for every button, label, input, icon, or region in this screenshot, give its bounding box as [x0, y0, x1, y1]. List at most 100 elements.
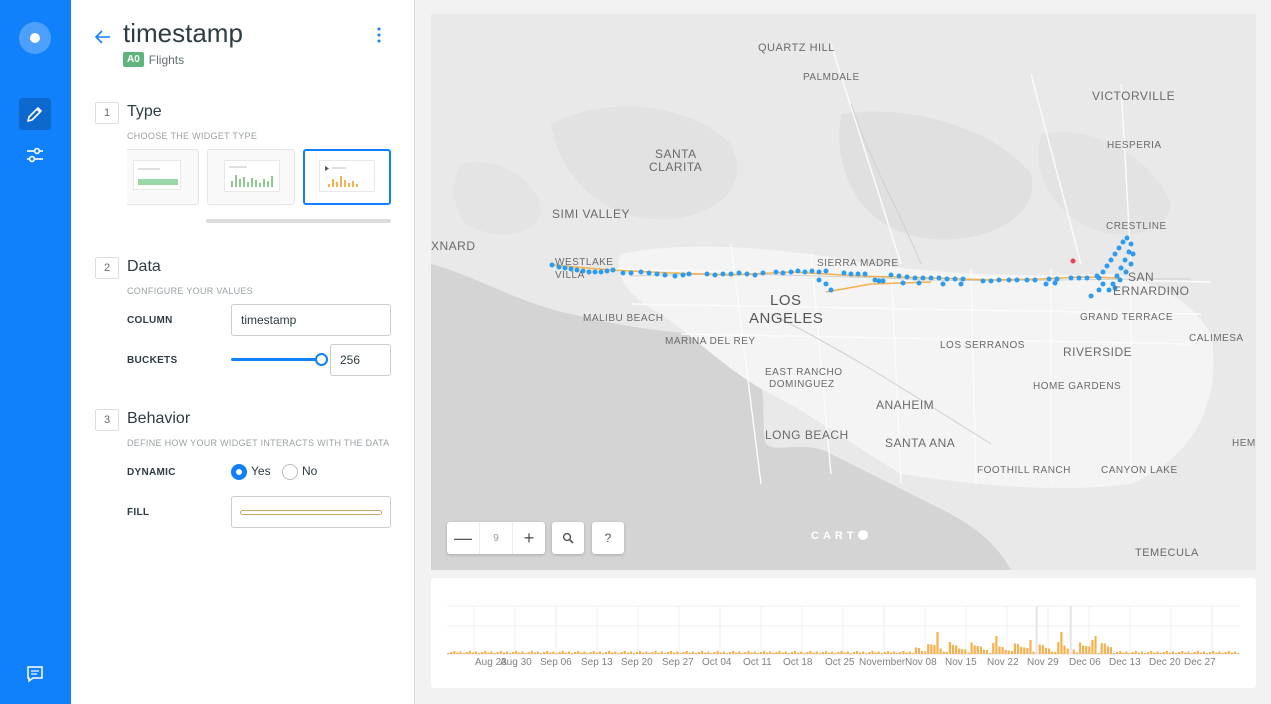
- timeline-bar: [508, 653, 512, 654]
- timeline-bar: [1215, 652, 1218, 654]
- timeline-bar: [707, 651, 710, 654]
- timeline-bar: [493, 653, 496, 654]
- timeline-bar: [725, 653, 728, 654]
- timeline-bar: [1202, 651, 1206, 654]
- timeline-bar: [964, 649, 967, 654]
- timeline-bar: [1227, 651, 1230, 654]
- dynamic-yes-radio[interactable]: [231, 464, 247, 480]
- dynamic-no-label[interactable]: No: [302, 464, 317, 478]
- timeline-bar: [911, 653, 914, 654]
- timeline-bar: [762, 651, 766, 654]
- timeline-tick-label: Dec 20: [1149, 657, 1181, 668]
- timeline-bar: [945, 652, 948, 654]
- chat-icon[interactable]: [19, 658, 51, 690]
- timeline-bar: [995, 636, 998, 654]
- map-canvas[interactable]: QUARTZ HILL PALMDALE VICTORVILLE HESPERI…: [431, 14, 1256, 570]
- more-options-icon[interactable]: [369, 26, 389, 44]
- timeline-bar: [679, 653, 682, 654]
- map-label: EAST RANCHO: [765, 367, 843, 378]
- dynamic-yes-label[interactable]: Yes: [251, 464, 271, 478]
- timeline-bar: [639, 651, 642, 654]
- back-arrow-icon[interactable]: [93, 27, 113, 47]
- timeline-bar: [1078, 642, 1082, 654]
- timeline-bar: [862, 651, 865, 654]
- timeline-bar: [713, 652, 716, 654]
- timeline-bar: [1143, 653, 1147, 654]
- timeline-bar: [927, 644, 930, 654]
- dataset-name: Flights: [148, 52, 185, 67]
- timeline-bar: [1100, 643, 1103, 654]
- section-title-behavior: Behavior: [127, 410, 191, 427]
- logo-icon[interactable]: [19, 22, 51, 54]
- widget-type-scrollbar[interactable]: [206, 219, 391, 223]
- time-series-chart[interactable]: [431, 578, 1256, 688]
- timeline-bar: [450, 652, 453, 654]
- timeline-bar: [617, 653, 620, 654]
- timeline-bar: [586, 653, 589, 654]
- timeline-bar: [583, 651, 586, 654]
- timeline-bar: [722, 651, 725, 654]
- timeline-bar: [1233, 651, 1236, 654]
- search-button[interactable]: [552, 522, 584, 554]
- timeline-bar: [688, 652, 691, 654]
- buckets-input[interactable]: 256: [330, 344, 391, 376]
- timeline-bar: [716, 651, 719, 654]
- timeline-bar: [1109, 647, 1113, 654]
- map-label: LONG BEACH: [765, 428, 849, 442]
- timeline-bar: [645, 651, 648, 654]
- timeline-bar: [1063, 645, 1066, 654]
- fill-color-picker[interactable]: [231, 496, 391, 528]
- timeline-bar: [530, 651, 533, 654]
- widget-type-category[interactable]: [127, 149, 199, 205]
- timeline-bar: [920, 651, 924, 654]
- timeline-bar: [710, 653, 713, 654]
- help-button[interactable]: ?: [592, 522, 624, 554]
- timeline-bar: [685, 651, 688, 654]
- timeline-bar: [948, 642, 952, 654]
- buckets-slider-handle[interactable]: [315, 353, 328, 366]
- time-series-widget[interactable]: Aug 23 Aug 30 Sep 06 Sep 13 Sep 20 Sep 27 Oct …: [431, 578, 1256, 688]
- timeline-bar: [834, 653, 837, 654]
- timeline-bar: [1113, 653, 1116, 654]
- timeline-bar: [601, 653, 605, 654]
- buckets-slider-track[interactable]: [231, 358, 319, 361]
- map-label: RIVERSIDE: [1063, 345, 1133, 359]
- timeline-bar: [766, 652, 769, 654]
- timeline-bar: [1134, 651, 1137, 654]
- timeline-bar: [1066, 648, 1069, 654]
- timeline-bar: [518, 652, 521, 654]
- timeline-bar: [973, 645, 976, 654]
- timeline-bar: [843, 652, 846, 654]
- timeline-bar: [840, 651, 843, 654]
- column-select[interactable]: timestamp: [231, 304, 391, 336]
- timeline-bar: [778, 651, 781, 654]
- timeline-bar: [1128, 653, 1131, 654]
- timeline-bar: [1131, 652, 1134, 654]
- timeline-bar: [1230, 652, 1233, 654]
- timeline-tick-label: Sep 27: [662, 657, 694, 668]
- widget-type-time-series[interactable]: [303, 149, 391, 205]
- search-icon: [562, 532, 574, 544]
- widget-type-histogram[interactable]: [207, 149, 295, 205]
- timeline-bar: [499, 651, 502, 654]
- map-label: SANTA ANA: [885, 436, 956, 450]
- timeline-bar: [985, 650, 989, 654]
- timeline-bar: [784, 651, 787, 654]
- timeline-bar: [487, 652, 490, 654]
- timeline-bar: [1004, 650, 1007, 654]
- map-label: LOS: [770, 292, 802, 309]
- timeline-bar: [803, 653, 806, 654]
- carto-logo-icon: [857, 530, 868, 540]
- timeline-bar: [496, 652, 499, 654]
- zoom-out-button[interactable]: —: [447, 522, 479, 554]
- pencil-icon[interactable]: [19, 98, 51, 130]
- timeline-bar: [902, 651, 905, 654]
- timeline-tick-label: Nov 08: [905, 657, 937, 668]
- dynamic-no-radio[interactable]: [282, 464, 298, 480]
- sliders-icon[interactable]: [19, 139, 51, 171]
- timeline-bar: [1137, 652, 1140, 654]
- zoom-in-button[interactable]: +: [513, 522, 545, 554]
- timeline-bar: [750, 652, 753, 654]
- timeline-bar: [694, 653, 698, 654]
- timeline-bar: [1020, 647, 1023, 654]
